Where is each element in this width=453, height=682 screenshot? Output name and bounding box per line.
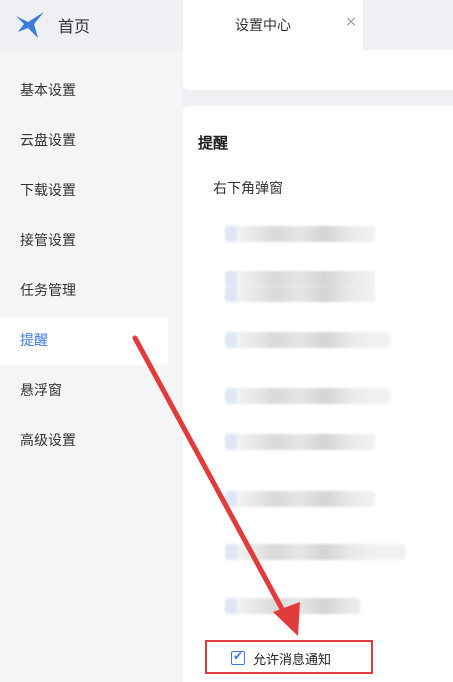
allow-notification-label[interactable]: 允许消息通知 <box>253 649 331 668</box>
checkmark-icon: ✔ <box>233 649 244 663</box>
blurred-option <box>225 544 405 560</box>
subsection-title: 右下角弹窗 <box>213 181 283 197</box>
sidebar-item-basic[interactable]: 基本设置 <box>0 67 168 115</box>
blurred-option <box>225 598 360 614</box>
top-card <box>183 50 453 90</box>
sidebar-item-download[interactable]: 下载设置 <box>0 167 168 215</box>
sidebar-item-float-window[interactable]: 悬浮窗 <box>0 367 168 415</box>
bird-logo-icon[interactable] <box>14 10 46 40</box>
blurred-option <box>225 226 375 242</box>
home-label[interactable]: 首页 <box>58 13 90 37</box>
blurred-option <box>225 286 375 302</box>
allow-notification-highlight: ✔ 允许消息通知 <box>205 640 373 674</box>
section-title: 提醒 <box>198 134 229 152</box>
blurred-option <box>225 388 390 404</box>
sidebar-item-tasks[interactable]: 任务管理 <box>0 267 168 315</box>
tab-label: 设置中心 <box>235 18 291 34</box>
blurred-option <box>225 491 375 507</box>
sidebar: 基本设置 云盘设置 下载设置 接管设置 任务管理 提醒 悬浮窗 高级设置 <box>0 50 183 682</box>
settings-panel: 提醒 右下角弹窗 ✔ 允许消息通知 <box>183 106 453 682</box>
blurred-option <box>225 434 375 450</box>
allow-notification-checkbox[interactable]: ✔ <box>231 649 245 665</box>
sidebar-item-reminder[interactable]: 提醒 <box>0 317 168 365</box>
close-icon[interactable]: × <box>345 14 357 30</box>
sidebar-item-cloud[interactable]: 云盘设置 <box>0 117 168 165</box>
sidebar-item-takeover[interactable]: 接管设置 <box>0 217 168 265</box>
blurred-option <box>225 271 375 287</box>
blurred-option <box>225 332 390 348</box>
tab-settings-center[interactable]: 设置中心 × <box>183 0 363 50</box>
sidebar-item-advanced[interactable]: 高级设置 <box>0 417 168 465</box>
